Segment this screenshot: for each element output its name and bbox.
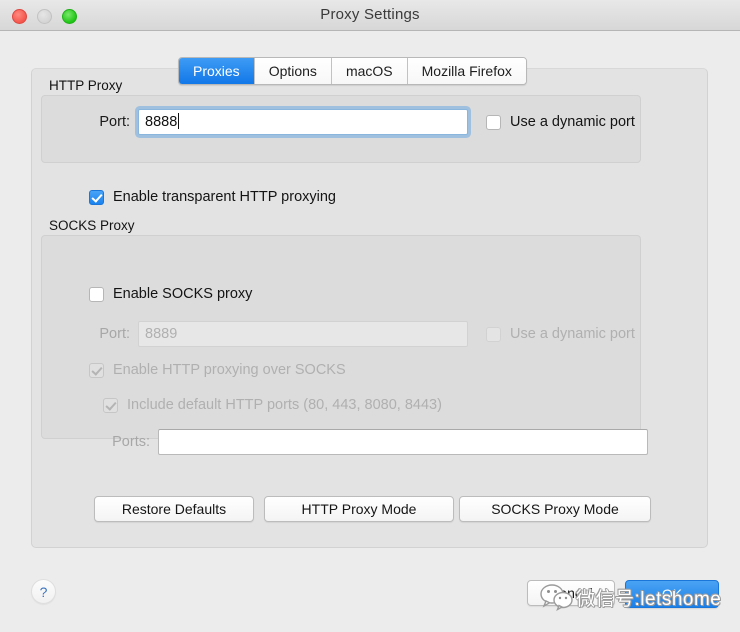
socks-http-over-socks-label: Enable HTTP proxying over SOCKS xyxy=(113,362,346,378)
socks-dynamic-port-checkbox[interactable]: Use a dynamic port xyxy=(486,326,635,342)
socks-ports-row: Ports: xyxy=(92,429,648,455)
socks-include-default-ports-label: Include default HTTP ports (80, 443, 808… xyxy=(127,397,442,413)
dialog-body: Proxies Options macOS Mozilla Firefox HT… xyxy=(0,31,740,632)
socks-ports-input[interactable] xyxy=(158,429,648,455)
checkbox-box xyxy=(89,287,104,302)
http-port-row: Port: 8888 Use a dynamic port xyxy=(72,109,635,135)
checkbox-box xyxy=(89,190,104,205)
window-title: Proxy Settings xyxy=(0,0,740,30)
socks-port-row: Port: 8889 Use a dynamic port xyxy=(72,321,635,347)
checkbox-box xyxy=(486,327,501,342)
socks-port-value: 8889 xyxy=(145,326,177,342)
socks-proxy-mode-button[interactable]: SOCKS Proxy Mode xyxy=(459,496,651,522)
http-dynamic-port-checkbox[interactable]: Use a dynamic port xyxy=(486,114,635,130)
tab-options[interactable]: Options xyxy=(255,58,332,84)
http-port-label: Port: xyxy=(72,114,130,130)
http-proxy-section-label: HTTP Proxy xyxy=(49,78,122,93)
socks-proxy-section-label: SOCKS Proxy xyxy=(49,218,135,233)
socks-ports-label: Ports: xyxy=(92,434,150,450)
checkbox-box xyxy=(89,363,104,378)
text-cursor xyxy=(178,113,179,129)
cancel-button[interactable]: Cancel xyxy=(527,580,615,606)
help-button[interactable]: ? xyxy=(31,579,56,604)
tab-mozilla-firefox[interactable]: Mozilla Firefox xyxy=(408,58,526,84)
socks-port-input[interactable]: 8889 xyxy=(138,321,468,347)
socks-enable-checkbox[interactable]: Enable SOCKS proxy xyxy=(89,286,252,302)
http-dynamic-port-label: Use a dynamic port xyxy=(510,114,635,130)
title-bar: Proxy Settings xyxy=(0,0,740,31)
checkbox-box xyxy=(103,398,118,413)
restore-defaults-button[interactable]: Restore Defaults xyxy=(94,496,254,522)
tab-macos[interactable]: macOS xyxy=(332,58,408,84)
socks-dynamic-port-label: Use a dynamic port xyxy=(510,326,635,342)
http-transparent-proxying-label: Enable transparent HTTP proxying xyxy=(113,189,336,205)
tab-proxies[interactable]: Proxies xyxy=(179,58,255,84)
http-port-value: 8888 xyxy=(145,114,177,130)
socks-enable-label: Enable SOCKS proxy xyxy=(113,286,252,302)
proxy-settings-window: Proxy Settings Proxies Options macOS Moz… xyxy=(0,0,740,632)
checkbox-box xyxy=(486,115,501,130)
http-transparent-proxying-checkbox[interactable]: Enable transparent HTTP proxying xyxy=(89,189,336,205)
ok-button[interactable]: OK xyxy=(625,580,719,608)
http-proxy-mode-button[interactable]: HTTP Proxy Mode xyxy=(264,496,454,522)
socks-include-default-ports-checkbox[interactable]: Include default HTTP ports (80, 443, 808… xyxy=(103,397,442,413)
http-port-input[interactable]: 8888 xyxy=(138,109,468,135)
socks-http-over-socks-checkbox[interactable]: Enable HTTP proxying over SOCKS xyxy=(89,362,346,378)
socks-port-label: Port: xyxy=(72,326,130,342)
tab-bar: Proxies Options macOS Mozilla Firefox xyxy=(178,57,527,85)
